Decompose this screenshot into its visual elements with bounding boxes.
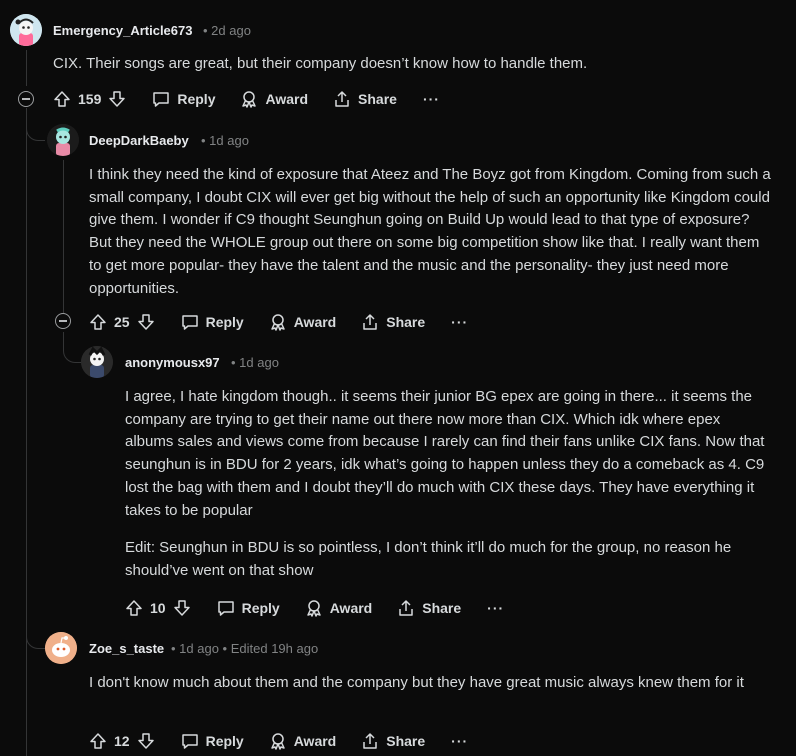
downvote-icon[interactable]	[136, 731, 156, 751]
time-text: 2d ago	[211, 23, 251, 38]
more-options-button[interactable]: ···	[451, 314, 468, 330]
share-icon	[399, 600, 413, 616]
award-icon	[270, 733, 285, 750]
snoo-avatar-icon	[45, 632, 77, 664]
upvote-icon[interactable]	[52, 89, 72, 109]
award-label: Award	[265, 91, 309, 107]
comment-actions: 12 Reply Award Share ···	[88, 726, 468, 756]
share-button[interactable]: Share	[360, 731, 425, 751]
upvote-icon[interactable]	[88, 731, 108, 751]
share-button[interactable]: Share	[396, 598, 461, 618]
avatar[interactable]	[45, 632, 77, 664]
upvote-icon[interactable]	[124, 598, 144, 618]
thread-line-1	[26, 50, 27, 86]
time-text: 1d ago	[239, 355, 279, 370]
snoo-avatar-icon	[47, 124, 79, 156]
comment-body: I agree, I hate kingdom though.. it seem…	[125, 386, 770, 583]
thread-branch-4	[26, 616, 45, 649]
comment-author[interactable]: DeepDarkBaeby	[89, 133, 189, 148]
comment-actions: 159 Reply Award Share ···	[52, 84, 440, 114]
collapse-icon[interactable]	[55, 313, 71, 329]
comment-icon	[181, 315, 198, 330]
comment-paragraph: I think they need the kind of exposure t…	[89, 166, 771, 297]
reply-label: Reply	[205, 733, 244, 749]
more-options-button[interactable]: ···	[451, 733, 468, 749]
comment-body: I think they need the kind of exposure t…	[89, 164, 775, 300]
comment-icon	[181, 734, 198, 749]
share-button[interactable]: Share	[332, 89, 397, 109]
share-label: Share	[386, 314, 426, 330]
avatar[interactable]	[10, 14, 42, 46]
comment-icon	[217, 601, 234, 616]
comment-body: I don't know much about them and the com…	[89, 672, 779, 695]
downvote-icon[interactable]	[107, 89, 127, 109]
edited-text: Edited 19h ago	[230, 641, 319, 656]
comment-actions: 25 Reply Award Share ···	[88, 307, 468, 337]
time-text: 1d ago	[209, 133, 249, 148]
vote-count: 25	[114, 314, 130, 330]
award-label: Award	[293, 733, 337, 749]
award-button[interactable]: Award	[239, 89, 308, 109]
comment-author[interactable]: Zoe_s_taste	[89, 641, 164, 656]
share-icon	[363, 733, 377, 749]
share-icon	[335, 91, 349, 107]
reply-button[interactable]: Reply	[151, 89, 215, 109]
avatar[interactable]	[81, 346, 113, 378]
collapse-icon[interactable]	[18, 91, 34, 107]
comment-author[interactable]: Emergency_Article673	[53, 23, 192, 38]
reply-label: Reply	[205, 314, 244, 330]
award-button[interactable]: Award	[304, 598, 373, 618]
snoo-avatar-icon	[10, 14, 42, 46]
comment-timestamp: • 1d ago	[201, 133, 249, 148]
share-label: Share	[358, 91, 397, 107]
comment-icon	[153, 92, 170, 107]
more-options-button[interactable]: ···	[423, 91, 440, 107]
award-button[interactable]: Award	[268, 312, 337, 332]
upvote-icon[interactable]	[88, 312, 108, 332]
downvote-icon[interactable]	[172, 598, 192, 618]
downvote-icon[interactable]	[136, 312, 156, 332]
award-label: Award	[329, 600, 373, 616]
reply-label: Reply	[241, 600, 280, 616]
award-label: Award	[293, 314, 337, 330]
award-button[interactable]: Award	[268, 731, 337, 751]
comment-paragraph: Edit: Seunghun in BDU is so pointless, I…	[125, 539, 732, 579]
reply-label: Reply	[177, 91, 216, 107]
thread-line-2	[63, 160, 64, 313]
comment-paragraph: I agree, I hate kingdom though.. it seem…	[125, 388, 765, 519]
share-label: Share	[386, 733, 426, 749]
vote-count: 12	[114, 733, 130, 749]
award-icon	[270, 314, 285, 331]
award-icon	[242, 91, 257, 108]
comment-paragraph: I don't know much about them and the com…	[89, 674, 744, 691]
comment-timestamp: • 1d ago • Edited 19h ago	[171, 641, 319, 656]
reply-button[interactable]: Reply	[180, 312, 244, 332]
time-text: 1d ago	[179, 641, 219, 656]
more-options-button[interactable]: ···	[487, 600, 504, 616]
comment-body: CIX. Their songs are great, but their co…	[53, 53, 773, 76]
thread-branch-2	[26, 118, 45, 141]
comment-author[interactable]: anonymousx97	[125, 355, 220, 370]
award-icon	[306, 600, 321, 617]
share-button[interactable]: Share	[360, 312, 425, 332]
reply-button[interactable]: Reply	[216, 598, 280, 618]
reply-button[interactable]: Reply	[180, 731, 244, 751]
thread-line-1b	[26, 108, 27, 756]
vote-count: 159	[78, 91, 102, 107]
comment-timestamp: • 2d ago	[203, 23, 251, 38]
share-label: Share	[422, 600, 462, 616]
comment-timestamp: • 1d ago	[231, 355, 279, 370]
share-icon	[363, 314, 377, 330]
comment-paragraph: CIX. Their songs are great, but their co…	[53, 55, 588, 72]
comment-actions: 10 Reply Award Share ···	[124, 593, 504, 623]
snoo-avatar-icon	[81, 346, 113, 378]
avatar[interactable]	[47, 124, 79, 156]
vote-count: 10	[150, 600, 166, 616]
